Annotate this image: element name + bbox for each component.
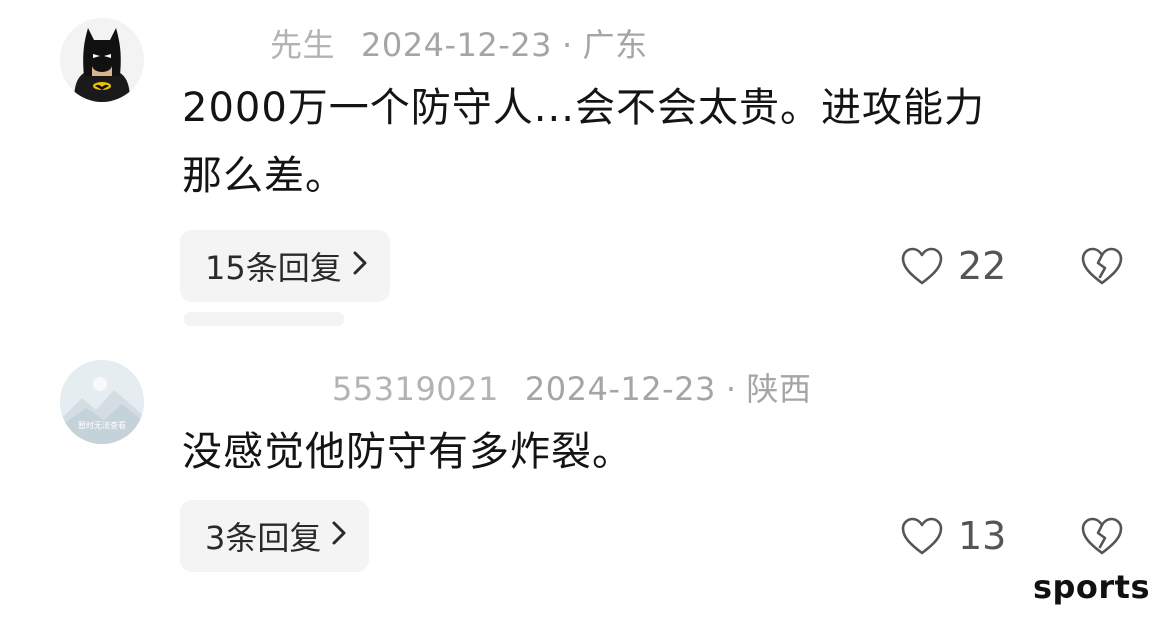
avatar-caption: 暂时无法查看	[78, 421, 126, 430]
comment-text: 没感觉他防守有多炸裂。	[182, 418, 633, 486]
replies-label: 15条回复	[205, 249, 342, 287]
broken-heart-icon	[1081, 517, 1123, 555]
chevron-right-icon	[331, 519, 347, 554]
heart-icon	[901, 517, 943, 555]
chevron-right-icon	[352, 249, 368, 284]
heart-icon	[901, 247, 943, 285]
placeholder-image-icon	[60, 360, 144, 444]
meta-separator: ·	[725, 370, 737, 408]
like-button[interactable]: 22	[900, 244, 1006, 288]
comment-text-line: 没感觉他防守有多炸裂。	[182, 429, 633, 475]
comment-text: 2000万一个防守人...会不会太贵。进攻能力 那么差。	[182, 74, 985, 210]
comment-date: 2024-12-23	[361, 26, 552, 64]
user-avatar[interactable]: 暂时无法查看	[60, 360, 144, 444]
replies-label: 3条回复	[205, 519, 322, 557]
comment-meta: 55319021 2024-12-23 · 陕西	[182, 364, 812, 410]
view-replies-button[interactable]: 15条回复	[180, 230, 390, 302]
view-replies-button[interactable]: 3条回复	[180, 500, 370, 572]
comment-location: 陕西	[746, 370, 812, 408]
comment-date: 2024-12-23	[524, 370, 716, 408]
comment-username[interactable]: 先生	[270, 26, 335, 64]
comment-location: 广东	[582, 26, 648, 64]
comment-meta: 先生 2024-12-23 · 广东	[182, 20, 648, 66]
like-count: 13	[958, 514, 1007, 558]
broken-heart-icon	[1081, 247, 1123, 285]
watermark: sports	[1032, 568, 1150, 606]
dislike-button[interactable]	[1080, 516, 1124, 556]
batman-avatar-icon	[60, 18, 144, 102]
like-count: 22	[958, 244, 1007, 288]
divider	[184, 312, 344, 326]
user-avatar[interactable]	[60, 18, 144, 102]
like-button[interactable]: 13	[900, 514, 1006, 558]
dislike-button[interactable]	[1080, 246, 1124, 286]
comment-username[interactable]: 55319021	[332, 370, 499, 408]
comment-text-line: 那么差。	[182, 153, 346, 199]
comment-text-line: 2000万一个防守人...会不会太贵。进攻能力	[182, 85, 985, 131]
meta-separator: ·	[561, 26, 573, 64]
